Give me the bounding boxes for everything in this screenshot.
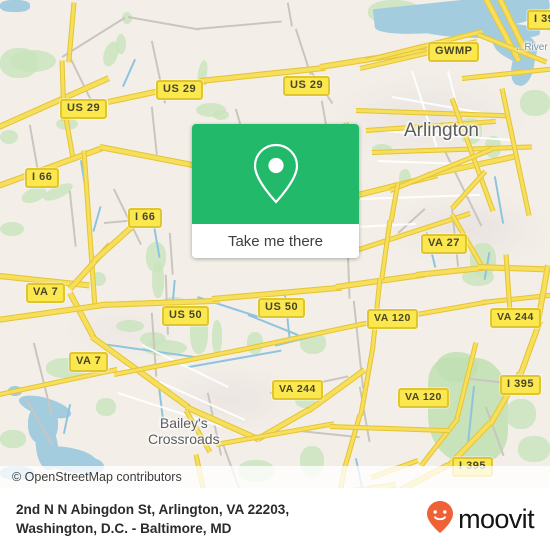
highway-shield-va120-a: VA 120 xyxy=(367,309,418,329)
place-label-baileys: Bailey's Crossroads xyxy=(148,415,220,447)
highway-shield-i66-b: I 66 xyxy=(128,208,163,228)
highway-shield-us29-c: US 29 xyxy=(60,99,108,119)
highway-shield-va120-b: VA 120 xyxy=(398,388,449,408)
park-area xyxy=(212,320,222,354)
river-polygon xyxy=(0,0,30,12)
take-me-there-button[interactable]: Take me there xyxy=(192,224,359,258)
highway-shield-i395-c: I 395 xyxy=(527,10,550,30)
park-area xyxy=(518,436,550,462)
address-line-1: 2nd N N Abingdon St, Arlington, VA 22203… xyxy=(16,502,290,517)
highway-shield-i66-a: I 66 xyxy=(25,168,60,188)
take-me-there-card[interactable]: Take me there xyxy=(192,124,359,258)
place-label-river: ...River xyxy=(516,42,548,53)
highway-shield-us29-b: US 29 xyxy=(283,76,331,96)
highway-shield-gwmp: GWMP xyxy=(428,42,480,62)
park-area xyxy=(96,398,116,416)
park-area xyxy=(0,222,24,236)
place-label-arlington: Arlington xyxy=(404,120,479,141)
address-line-2: Washington, D.C. - Baltimore, MD xyxy=(16,521,232,536)
highway-shield-va27: VA 27 xyxy=(421,234,467,254)
moovit-wordmark: moovit xyxy=(458,503,535,534)
highway-shield-va244-a: VA 244 xyxy=(490,308,541,328)
map-screenshot: US 29 US 29 US 29 GWMP I 66 I 66 VA 27 VA 7 US 5… xyxy=(0,0,550,550)
osm-attribution[interactable]: © OpenStreetMap contributors xyxy=(12,469,182,485)
park-area xyxy=(116,320,144,332)
address-text: 2nd N N Abingdon St, Arlington, VA 22203… xyxy=(16,500,289,538)
highway-shield-va7-a: VA 7 xyxy=(26,283,66,303)
park-area xyxy=(10,50,56,72)
park-area xyxy=(0,130,18,144)
highway-shield-us50-b: US 50 xyxy=(258,298,306,318)
map-canvas[interactable]: US 29 US 29 US 29 GWMP I 66 I 66 VA 27 VA 7 US 5… xyxy=(0,0,550,488)
highway-shield-va7-b: VA 7 xyxy=(69,352,109,372)
highway-shield-us29-a: US 29 xyxy=(156,80,204,100)
park-area xyxy=(506,399,536,429)
location-pin-icon xyxy=(249,141,303,207)
moovit-smiley-pin-icon xyxy=(425,500,455,539)
footer-bar: 2nd N N Abingdon St, Arlington, VA 22203… xyxy=(0,488,550,550)
take-me-there-label: Take me there xyxy=(227,232,324,250)
highway-shield-i395-a: I 395 xyxy=(500,375,541,395)
park-area xyxy=(213,110,229,120)
park-area xyxy=(520,90,550,116)
highway-shield-va244-b: VA 244 xyxy=(272,380,323,400)
park-area xyxy=(116,34,126,54)
park-area xyxy=(152,262,164,298)
card-pin-area xyxy=(192,124,359,224)
moovit-logo[interactable]: moovit xyxy=(425,500,535,539)
park-area xyxy=(0,430,26,448)
highway-shield-us50-a: US 50 xyxy=(162,306,210,326)
